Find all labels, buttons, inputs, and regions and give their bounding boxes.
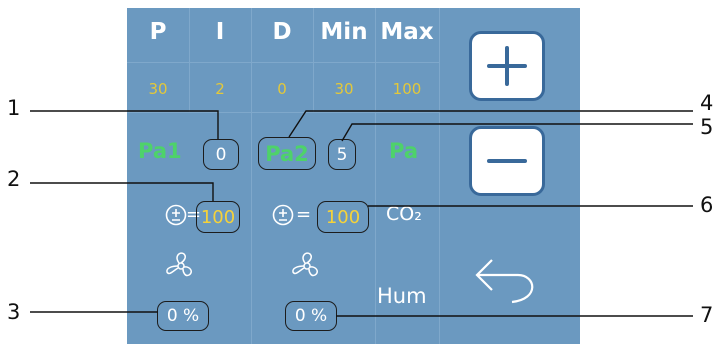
callout-5: 5 — [700, 115, 714, 139]
callout-1: 1 — [7, 96, 21, 120]
callout-4: 4 — [700, 91, 714, 115]
callout-7: 7 — [700, 303, 714, 327]
callout-3: 3 — [7, 300, 21, 324]
callout-6: 6 — [700, 193, 714, 217]
callout-lines — [30, 110, 693, 317]
callout-2: 2 — [7, 167, 21, 191]
